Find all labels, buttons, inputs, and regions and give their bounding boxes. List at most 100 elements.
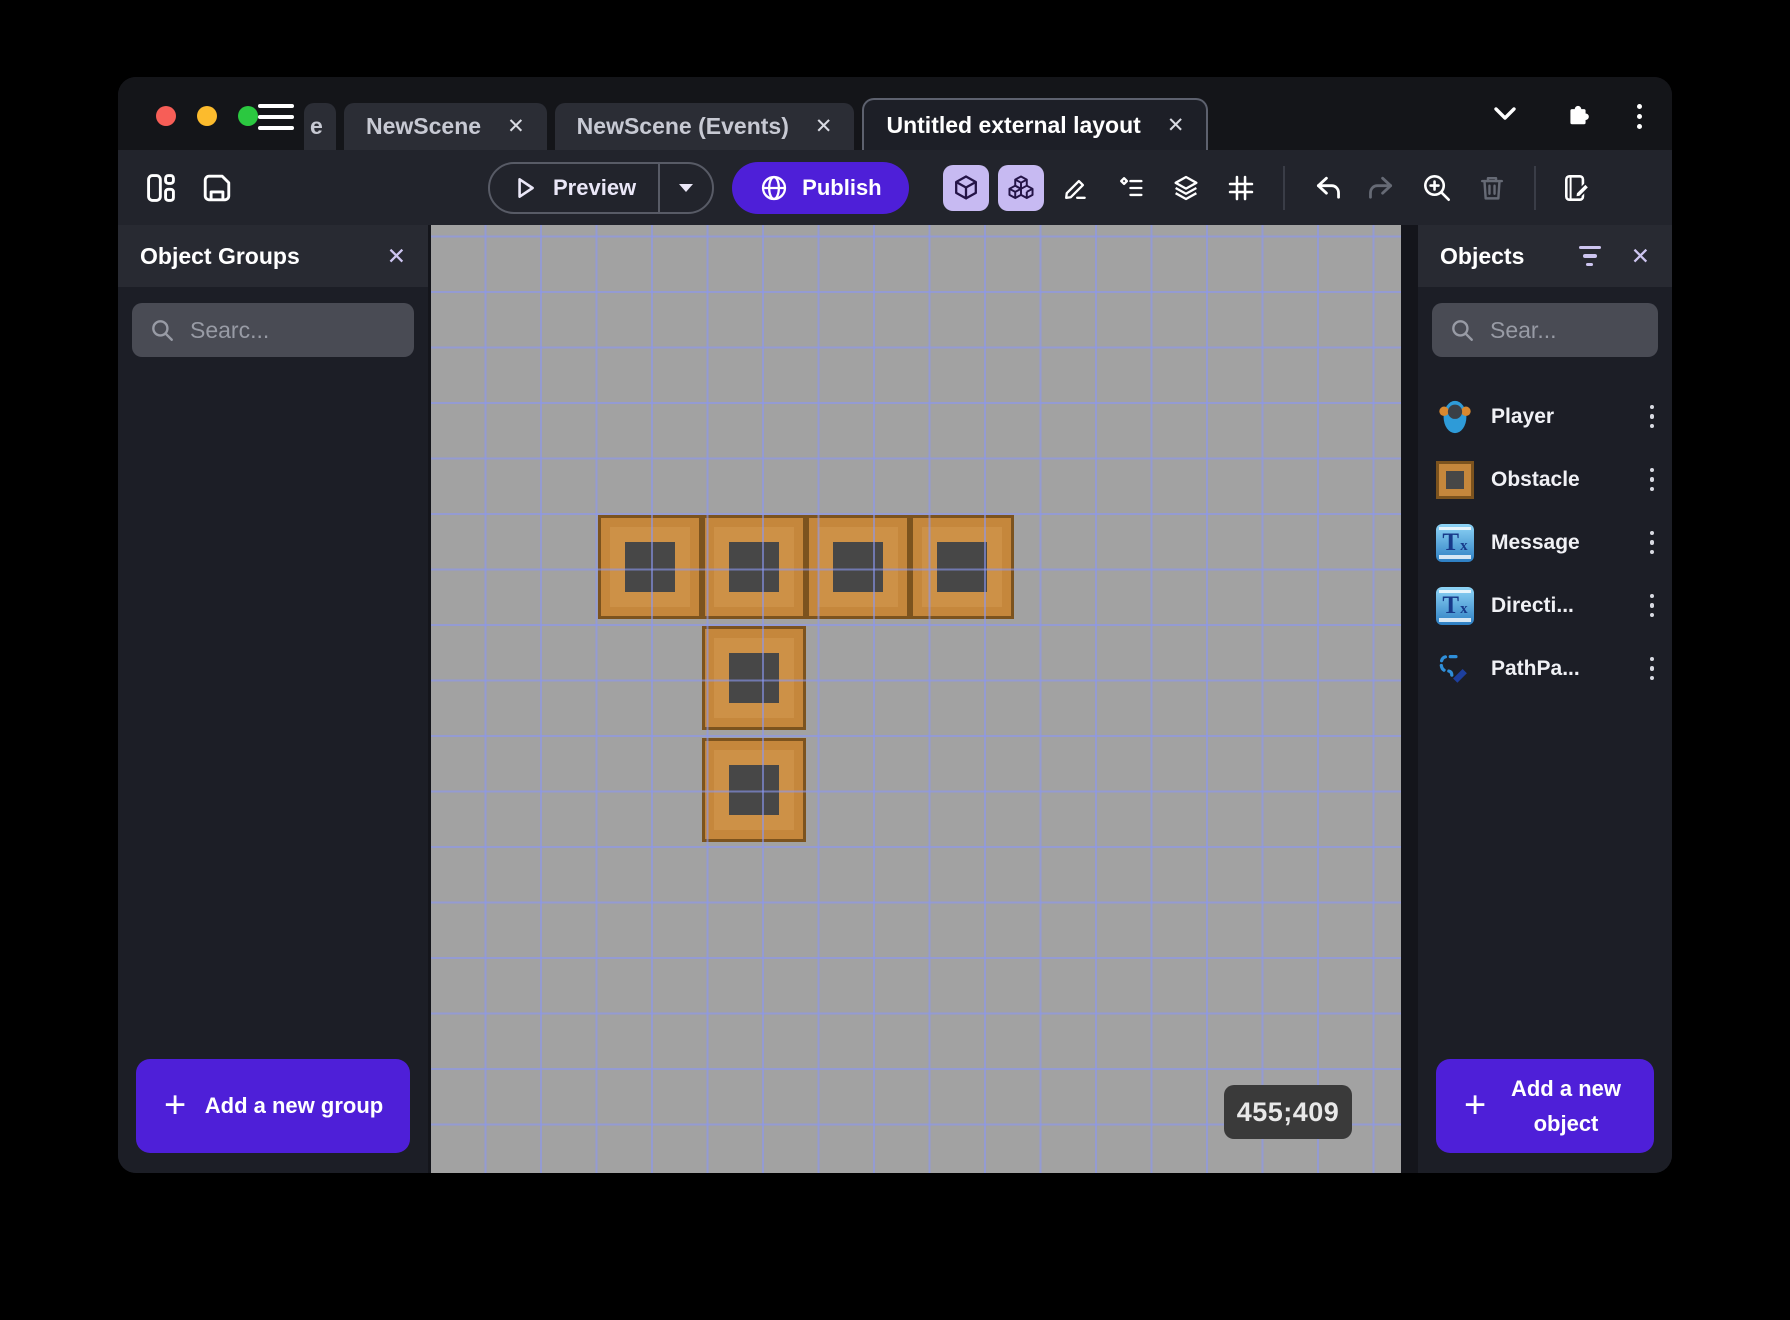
project-panels-icon[interactable] <box>138 165 184 211</box>
text-object-icon: Tx <box>1436 586 1474 625</box>
plus-icon: + <box>1464 1084 1487 1127</box>
obstacle-instance[interactable] <box>702 626 806 730</box>
object-groups-search[interactable] <box>132 303 414 357</box>
objects-panel: Objects ✕ Sear... Player Obstacle T x Me… <box>1418 225 1672 1173</box>
tab-newscene-events[interactable]: NewScene (Events) ✕ <box>554 103 855 150</box>
tab-truncated[interactable]: e <box>304 103 336 150</box>
close-icon[interactable]: ✕ <box>507 114 525 139</box>
object-menu-kebab-icon[interactable] <box>1649 656 1654 681</box>
traffic-lights <box>156 106 258 126</box>
filter-icon[interactable] <box>1578 245 1601 267</box>
search-input[interactable] <box>1488 315 1641 345</box>
object-row-message[interactable]: Tx Message <box>1418 511 1672 574</box>
toolbar: Preview Publish <box>118 150 1672 225</box>
object-label: Obstacle <box>1491 467 1580 491</box>
extensions-puzzle-icon[interactable] <box>1565 101 1591 132</box>
search-input[interactable] <box>188 315 397 345</box>
obstacle-sprite-icon <box>1436 460 1474 499</box>
layers-icon[interactable] <box>1163 165 1209 211</box>
minimize-window-button[interactable] <box>197 106 217 126</box>
object-groups-panel: Object Groups ✕ + Add a new group <box>118 225 428 1173</box>
tile-layer <box>431 225 1401 1173</box>
more-menu-kebab-icon[interactable] <box>1637 104 1642 129</box>
chevron-down-icon[interactable] <box>1491 104 1519 129</box>
save-icon[interactable] <box>194 165 240 211</box>
tab-label: NewScene (Events) <box>576 113 789 139</box>
tab-newscene[interactable]: NewScene ✕ <box>344 103 547 150</box>
add-group-button[interactable]: + Add a new group <box>136 1059 410 1153</box>
close-icon[interactable]: ✕ <box>815 114 833 139</box>
obstacle-instance[interactable] <box>702 738 806 842</box>
objects-list: Player Obstacle Tx Message T x Directi..… <box>1418 385 1672 700</box>
object-label: PathPa... <box>1491 656 1580 680</box>
search-icon <box>152 320 173 341</box>
objects-search[interactable] <box>1432 303 1658 357</box>
object-label: Directi... <box>1491 593 1574 617</box>
edit-events-icon[interactable] <box>1555 165 1601 211</box>
object-label: Player <box>1491 404 1555 428</box>
panel-title: Objects <box>1440 242 1525 269</box>
obstacle-instance[interactable] <box>910 515 1014 619</box>
publish-label: Publish <box>802 174 882 200</box>
object-menu-kebab-icon[interactable] <box>1649 530 1654 555</box>
tab-label: NewScene <box>366 113 482 139</box>
tab-strip: e NewScene ✕ NewScene (Events) ✕ Untitle… <box>304 98 1209 150</box>
add-group-label: Add a new group <box>204 1093 384 1119</box>
close-icon[interactable]: ✕ <box>1631 243 1650 270</box>
text-object-icon: Tx <box>1436 523 1474 562</box>
redo-icon[interactable] <box>1359 165 1405 211</box>
app-window: e NewScene ✕ NewScene (Events) ✕ Untitle… <box>118 77 1672 1173</box>
toolbar-divider <box>1533 165 1536 210</box>
tab-label: Untitled external layout <box>886 111 1141 138</box>
object-menu-kebab-icon[interactable] <box>1649 467 1654 492</box>
preview-label: Preview <box>553 174 637 200</box>
trash-icon[interactable] <box>1469 165 1515 211</box>
object-row-pathpaint[interactable]: PathPa... <box>1418 637 1672 700</box>
scene-canvas[interactable]: 455;409 <box>431 225 1401 1173</box>
main-menu-hamburger-icon[interactable] <box>258 104 294 130</box>
undo-icon[interactable] <box>1304 165 1350 211</box>
instance-list-icon[interactable] <box>1108 165 1154 211</box>
edit-tools <box>942 164 1601 211</box>
object-menu-kebab-icon[interactable] <box>1649 593 1654 618</box>
tab-bar-actions <box>1491 101 1642 132</box>
stacked-cubes-icon[interactable] <box>997 164 1044 211</box>
path-paint-icon <box>1436 650 1474 688</box>
pencil-icon[interactable] <box>1053 165 1099 211</box>
object-label: Message <box>1491 530 1580 554</box>
play-icon <box>518 177 534 198</box>
preview-button-main[interactable]: Preview <box>490 164 658 212</box>
panel-title: Object Groups <box>140 242 300 269</box>
preview-button[interactable]: Preview <box>488 161 715 214</box>
dropdown-caret-icon <box>679 183 694 192</box>
cursor-coordinates-badge: 455;409 <box>1224 1085 1352 1139</box>
cube-3d-icon[interactable] <box>942 164 989 211</box>
publish-button[interactable]: Publish <box>732 161 909 214</box>
preview-options-dropdown[interactable] <box>658 163 712 212</box>
player-sprite-icon <box>1436 398 1474 436</box>
globe-icon <box>762 175 787 200</box>
plus-icon: + <box>164 1084 187 1127</box>
tab-untitled-external-layout[interactable]: Untitled external layout ✕ <box>862 98 1209 150</box>
obstacle-instance[interactable] <box>806 515 910 619</box>
close-icon[interactable]: ✕ <box>387 243 406 270</box>
object-row-directions[interactable]: Tx Directi... <box>1418 574 1672 637</box>
object-row-obstacle[interactable]: Obstacle <box>1418 448 1672 511</box>
object-menu-kebab-icon[interactable] <box>1649 404 1654 429</box>
toolbar-divider <box>1282 165 1285 210</box>
object-row-player[interactable]: Player <box>1418 385 1672 448</box>
close-icon[interactable]: ✕ <box>1167 113 1185 138</box>
grid-icon[interactable] <box>1218 165 1264 211</box>
obstacle-instance[interactable] <box>598 515 702 619</box>
search-icon <box>1452 320 1473 341</box>
objects-header: Objects ✕ <box>1418 225 1672 287</box>
zoom-in-icon[interactable] <box>1414 165 1460 211</box>
close-window-button[interactable] <box>156 106 176 126</box>
object-groups-header: Object Groups ✕ <box>118 225 428 287</box>
maximize-window-button[interactable] <box>238 106 258 126</box>
tab-label: e <box>310 113 323 139</box>
tab-bar: e NewScene ✕ NewScene (Events) ✕ Untitle… <box>118 77 1672 150</box>
add-object-button[interactable]: + Add a new object <box>1436 1059 1654 1153</box>
obstacle-instance[interactable] <box>702 515 806 619</box>
main-area: Object Groups ✕ + Add a new group 455;40… <box>118 225 1672 1173</box>
